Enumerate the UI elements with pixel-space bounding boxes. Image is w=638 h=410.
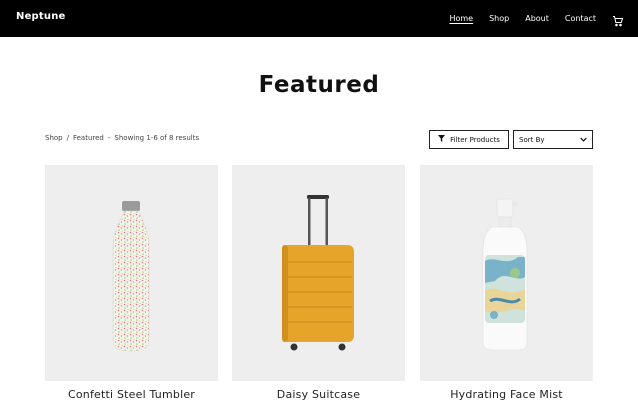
nav-shop[interactable]: Shop [489, 14, 509, 23]
product-image-suitcase[interactable] [232, 165, 405, 381]
nav-home[interactable]: Home [449, 14, 473, 23]
product-name[interactable]: Hydrating Face Mist [420, 388, 593, 401]
page-title: Featured [258, 72, 380, 98]
breadcrumb-shop[interactable]: Shop [45, 134, 63, 142]
top-nav-bar: Neptune Home Shop About Contact [0, 0, 638, 37]
breadcrumb: Shop / Featured - Showing 1-6 of 8 resul… [45, 134, 199, 142]
breadcrumb-dash: - [107, 134, 111, 142]
results-count: Showing 1-6 of 8 results [114, 134, 200, 142]
product-card[interactable]: Hydrating Face Mist [420, 165, 593, 401]
chevron-down-icon [580, 136, 587, 144]
filter-products-label: Filter Products [450, 135, 500, 144]
brand-logo[interactable]: Neptune [16, 11, 66, 22]
product-image-tumbler[interactable] [45, 165, 218, 381]
funnel-icon [438, 135, 446, 144]
main-nav: Home Shop About Contact [433, 12, 624, 27]
nav-contact[interactable]: Contact [565, 14, 596, 23]
product-image-face-mist[interactable] [420, 165, 593, 381]
nav-about[interactable]: About [525, 14, 549, 23]
product-card[interactable]: Confetti Steel Tumbler [45, 165, 218, 401]
breadcrumb-featured: Featured [72, 134, 104, 142]
breadcrumb-separator: / [66, 134, 69, 142]
sort-by-select[interactable]: Sort By [513, 130, 593, 149]
cart-icon[interactable] [612, 12, 624, 27]
product-name[interactable]: Confetti Steel Tumbler [45, 388, 218, 401]
product-name[interactable]: Daisy Suitcase [232, 388, 405, 401]
product-card[interactable]: Daisy Suitcase [232, 165, 405, 401]
filter-products-button[interactable]: Filter Products [429, 130, 509, 149]
sort-by-label: Sort By [519, 135, 545, 144]
